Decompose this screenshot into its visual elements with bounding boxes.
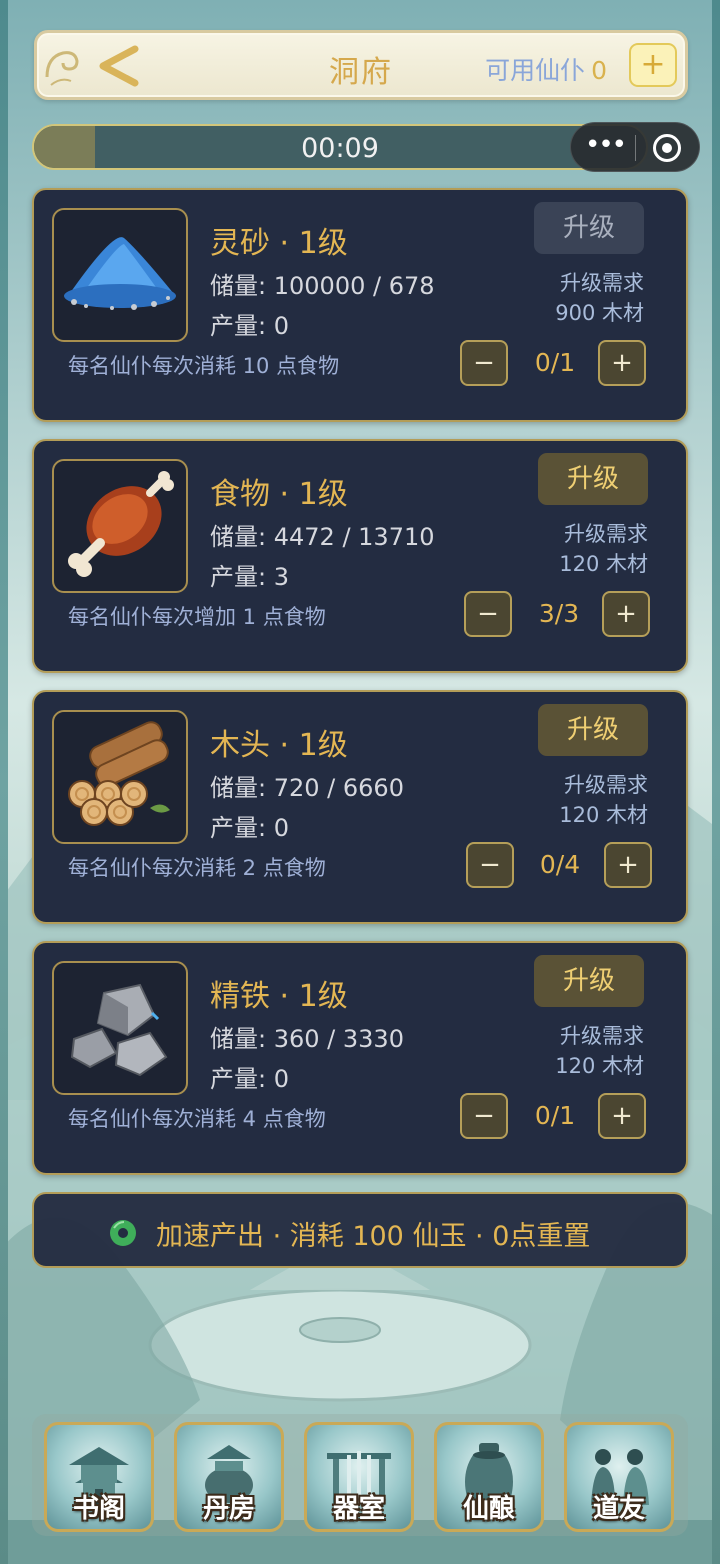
resource-name: 灵砂 · 1级 [210,226,348,261]
available-servants-count: 0 [591,56,607,85]
speed-up-button[interactable]: 加速产出 · 消耗 100 仙玉 · 0点重置 [32,1192,688,1268]
resource-storage: 储量: 360 / 3330 [210,1019,404,1054]
decrease-servant-button[interactable]: − [460,340,508,386]
resource-note: 每名仙仆每次消耗 2 点食物 [68,856,326,880]
blue-sand-icon [52,208,188,342]
resource-card-refined-iron: 精铁 · 1级 储量: 360 / 3330 产量: 0 每名仙仆每次消耗 4 … [32,941,688,1175]
storage-value: 4472 / 13710 [273,523,435,551]
nav-artifact-room[interactable]: 器室 [304,1422,414,1532]
upgrade-button[interactable]: 升级 [538,704,648,756]
storage-value: 360 / 3330 [273,1025,404,1053]
nav-label: 丹房 [202,1494,255,1524]
roast-meat-icon [52,459,188,593]
storage-value: 100000 / 678 [273,272,435,300]
decrease-servant-button[interactable]: − [464,591,512,637]
resource-name: 木头 · 1级 [210,728,348,763]
target-close-icon[interactable] [653,134,681,162]
upgrade-button[interactable]: 升级 [538,453,648,505]
resource-note: 每名仙仆每次增加 1 点食物 [68,605,326,629]
nav-immortal-brew[interactable]: 仙酿 [434,1422,544,1532]
upgrade-requirement-title: 升级需求 [564,522,648,546]
nav-label: 仙酿 [462,1494,515,1524]
upgrade-requirement-value: 120 木材 [559,552,648,576]
decrease-servant-button[interactable]: − [460,1093,508,1139]
storage-label: 储量: [210,1025,267,1053]
increase-servant-button[interactable]: + [602,591,650,637]
speed-up-text: 加速产出 · 消耗 100 仙玉 · 0点重置 [156,1221,591,1252]
nav-book-pavilion[interactable]: 书阁 [44,1422,154,1532]
storage-label: 储量: [210,272,267,300]
assigned-servants: 0/1 [534,348,576,377]
assigned-servants: 0/1 [534,1101,576,1130]
resource-card-spirit-sand: 灵砂 · 1级 储量: 100000 / 678 产量: 0 每名仙仆每次消耗 … [32,188,688,422]
increase-servant-button[interactable]: + [604,842,652,888]
decrease-servant-button[interactable]: − [466,842,514,888]
storage-label: 储量: [210,523,267,551]
timer-progress-bar: 00:09 [32,124,648,170]
right-frame-border [712,0,720,1564]
resource-note: 每名仙仆每次消耗 4 点食物 [68,1107,326,1131]
resource-name: 精铁 · 1级 [210,979,348,1014]
bottom-navigation: 书阁 丹房 器室 仙酿 道友 [32,1414,688,1536]
upgrade-requirement-value: 120 木材 [555,1054,644,1078]
resource-card-food: 食物 · 1级 储量: 4472 / 13710 产量: 3 每名仙仆每次增加 … [32,439,688,673]
resource-production: 产量: 3 [210,557,289,592]
production-value: 0 [273,1065,290,1093]
resource-storage: 储量: 100000 / 678 [210,266,435,301]
upgrade-button[interactable]: 升级 [534,955,644,1007]
available-servants-label: 可用仙仆 [485,56,586,85]
resource-storage: 储量: 4472 / 13710 [210,517,435,552]
jade-icon [110,1220,136,1246]
resource-storage: 储量: 720 / 6660 [210,768,404,803]
left-frame-border [0,0,8,1564]
production-value: 3 [273,563,290,591]
resource-card-wood: 木头 · 1级 储量: 720 / 6660 产量: 0 每名仙仆每次消耗 2 … [32,690,688,924]
nav-companions[interactable]: 道友 [564,1422,674,1532]
storage-value: 720 / 6660 [273,774,404,802]
upgrade-requirement-title: 升级需求 [564,773,648,797]
nav-label: 器室 [332,1494,385,1524]
production-value: 0 [273,814,290,842]
production-label: 产量: [210,1065,267,1093]
production-label: 产量: [210,312,267,340]
increase-servant-button[interactable]: + [598,1093,646,1139]
resource-production: 产量: 0 [210,306,289,341]
resource-name: 食物 · 1级 [210,477,348,512]
timer-text: 00:09 [301,133,379,164]
resource-production: 产量: 0 [210,1059,289,1094]
iron-ore-icon [52,961,188,1095]
assigned-servants: 0/4 [539,850,581,879]
upgrade-requirement-title: 升级需求 [560,1024,644,1048]
resource-production: 产量: 0 [210,808,289,843]
nav-label: 书阁 [72,1494,125,1524]
storage-label: 储量: [210,774,267,802]
upgrade-button[interactable]: 升级 [534,202,644,254]
available-servants: 可用仙仆 0 [485,51,607,87]
upgrade-requirement-value: 900 木材 [555,301,644,325]
resource-note: 每名仙仆每次消耗 10 点食物 [68,354,340,378]
log-bundle-icon [52,710,188,844]
production-value: 0 [273,312,290,340]
nav-alchemy-room[interactable]: 丹房 [174,1422,284,1532]
nav-label: 道友 [592,1494,645,1524]
add-servant-button[interactable]: + [629,43,677,87]
increase-servant-button[interactable]: + [598,340,646,386]
upgrade-requirement-value: 120 木材 [559,803,648,827]
production-label: 产量: [210,814,267,842]
top-header: 洞府 可用仙仆 0 + [34,30,688,100]
assigned-servants: 3/3 [538,599,580,628]
upgrade-requirement-title: 升级需求 [560,271,644,295]
more-dots-icon[interactable]: ••• [585,132,627,162]
production-label: 产量: [210,563,267,591]
capsule-divider [635,135,636,161]
mini-program-capsule: ••• [570,122,700,172]
